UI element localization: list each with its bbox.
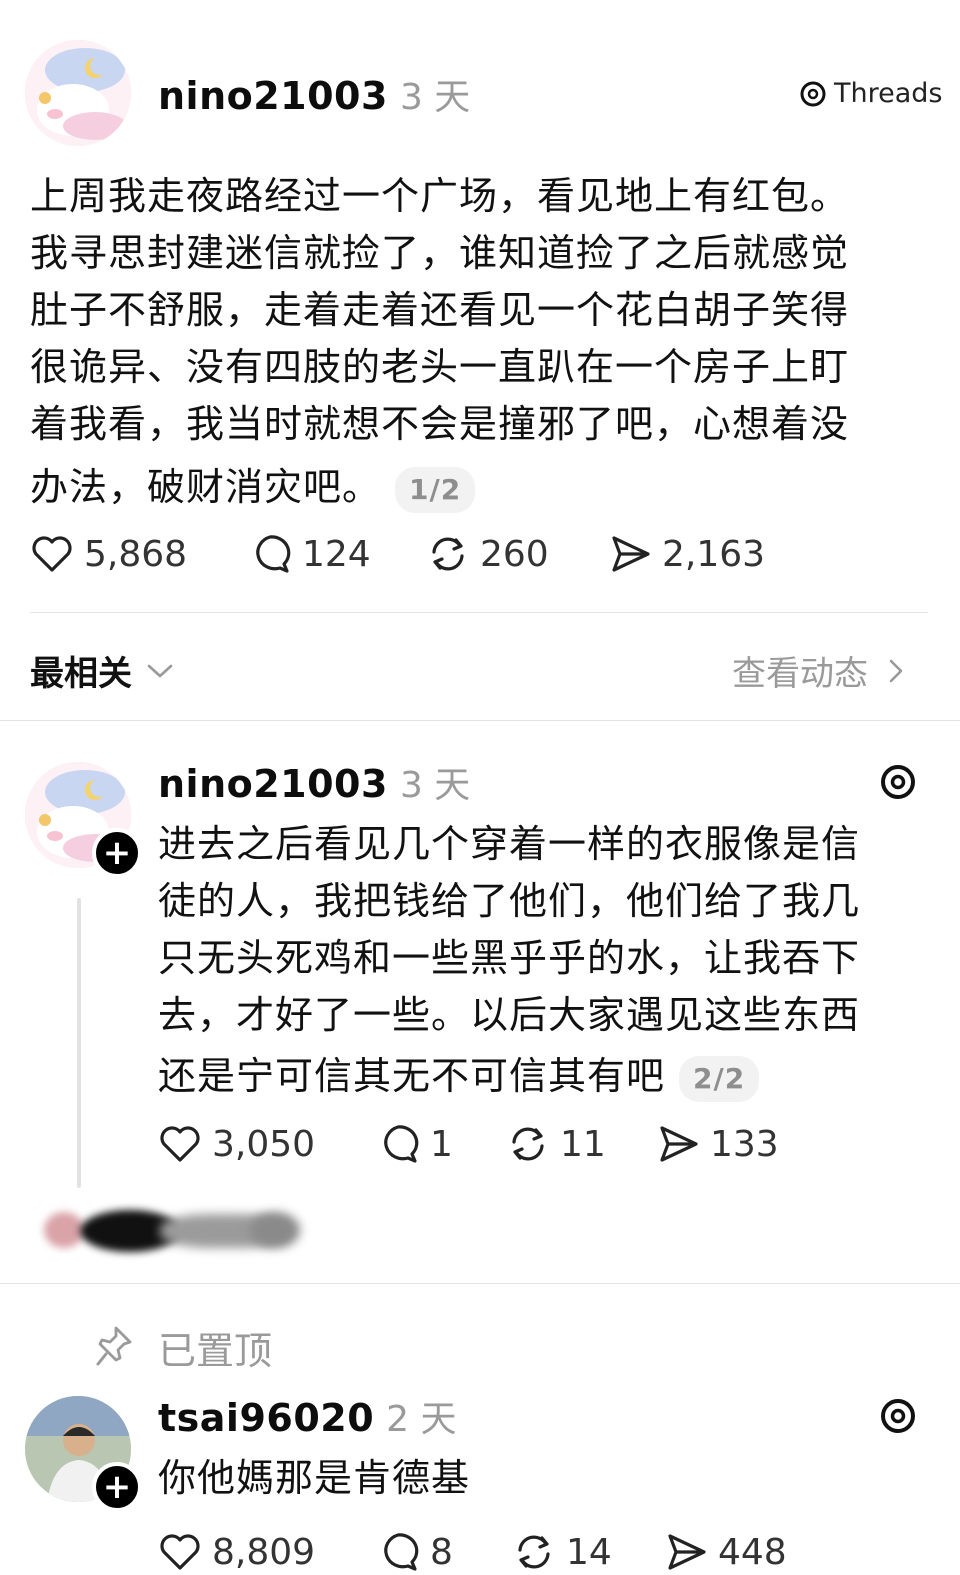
op-page-badge: 1/2 [395,466,476,513]
op-username[interactable]: nino21003 [158,74,388,118]
chevron-right-icon [889,659,903,682]
reply2-share-button[interactable]: 448 [664,1530,787,1574]
op-like-count: 5,868 [84,533,188,575]
op-body: 上周我走夜路经过一个广场，看见地上有红包。 我寻思封建迷信就捡了，谁知道捡了之后… [30,168,930,516]
comment-icon [384,1125,419,1163]
reply2-like-button[interactable]: 8,809 [158,1530,376,1574]
reply1-like-count: 3,050 [212,1123,316,1165]
op-line: 很诡异、没有四肢的老头一直趴在一个房子上盯 [30,345,850,389]
op-time: 3 天 [399,77,471,118]
send-icon [660,1126,698,1162]
repost-icon [518,1535,550,1569]
reply1-actions: 3,050 1 11 133 [158,1122,779,1166]
reply1-page-badge: 2/2 [679,1055,760,1102]
reply1-line: 徒的人，我把钱给了他们，他们给了我几 [158,879,861,923]
reply1-threads-icon[interactable] [878,762,918,802]
reply1-line-last: 还是宁可信其无不可信其有吧 2/2 [158,1048,928,1105]
sort-dropdown[interactable]: 最相关 [30,646,174,695]
repost-icon [432,537,464,571]
op-comment-button[interactable]: 124 [248,532,426,576]
pin-icon [96,1326,132,1366]
reply2-repost-button[interactable]: 14 [512,1530,664,1574]
reply1-repost-button[interactable]: 11 [506,1122,656,1166]
reply1-line: 进去之后看见几个穿着一样的衣服像是信 [158,822,861,866]
reply2-comment-button[interactable]: 8 [376,1530,512,1574]
threads-brand[interactable]: Threads [798,78,942,109]
reply2-time: 2 天 [386,1399,457,1440]
reply2-share-count: 448 [718,1531,787,1573]
reply1-body: 进去之后看见几个穿着一样的衣服像是信 徒的人，我把钱给了他们，他们给了我几 只无… [158,816,928,1105]
reply2-like-count: 8,809 [212,1531,316,1573]
reply2-comment-count: 8 [430,1531,453,1573]
heart-icon [160,1534,200,1570]
reply1-line: 还是宁可信其无不可信其有吧 [158,1054,666,1098]
op-repost-button[interactable]: 260 [426,532,608,576]
sort-label: 最相关 [30,654,132,694]
send-icon [612,536,650,572]
reply2-follow-button[interactable]: + [92,1462,142,1512]
op-header: nino21003 3 天 [158,68,470,120]
op-comment-count: 124 [302,533,371,575]
heart-icon [32,536,72,572]
reply2-threads-icon[interactable] [878,1396,918,1436]
threads-brand-label: Threads [834,78,943,109]
reply1-time: 3 天 [399,765,471,806]
reply1-header: nino21003 3 天 [158,756,470,808]
op-line: 我寻思封建迷信就捡了，谁知道捡了之后就感觉 [30,231,850,275]
reply1-line: 去，才好了一些。以后大家遇见这些东西 [158,993,861,1037]
send-icon [668,1534,706,1570]
heart-icon [160,1126,200,1162]
reply1-thread-line [77,898,81,1188]
reply1-like-button[interactable]: 3,050 [158,1122,376,1166]
reply1-follow-button[interactable]: + [92,828,142,878]
reply2-actions: 8,809 8 14 448 [158,1530,787,1574]
op-share-button[interactable]: 2,163 [608,532,765,576]
reply1-repost-count: 11 [560,1123,606,1165]
redacted-blob [250,1212,300,1248]
chevron-down-icon [147,664,173,677]
op-avatar[interactable] [25,40,131,146]
op-line: 着我看，我当时就想不会是撞邪了吧，心想着没 [30,402,850,446]
op-line: 办法，破财消灾吧。 [30,465,382,509]
op-line-last: 办法，破财消灾吧。 1/2 [30,459,930,516]
reply2-body: 你他媽那是肯德基 [158,1456,471,1500]
op-divider [30,612,928,613]
reply1-comment-count: 1 [430,1123,453,1165]
view-activity-link[interactable]: 查看动态 [732,646,906,695]
comment-icon [384,1533,419,1571]
reply1-line: 只无头死鸡和一些黑乎乎的水，让我吞下 [158,936,861,980]
reply1-divider [0,1283,960,1284]
redacted-replier-avatars [40,1206,310,1256]
comment-icon [256,535,291,573]
pinned-label: 已置顶 [158,1329,273,1373]
op-line: 上周我走夜路经过一个广场，看见地上有红包。 [30,174,850,218]
reply2-username[interactable]: tsai96020 [158,1396,374,1440]
reply1-share-button[interactable]: 133 [656,1122,779,1166]
threads-logo-icon [800,81,826,106]
sort-divider [0,720,960,721]
op-like-button[interactable]: 5,868 [30,532,248,576]
repost-icon [512,1127,544,1161]
op-share-count: 2,163 [662,533,766,575]
reply2-repost-count: 14 [566,1531,612,1573]
view-activity-label: 查看动态 [732,654,868,694]
reply1-comment-button[interactable]: 1 [376,1122,506,1166]
op-repost-count: 260 [480,533,549,575]
reply2-header: tsai96020 2 天 [158,1390,457,1442]
reply1-username[interactable]: nino21003 [158,762,388,806]
op-actions: 5,868 124 260 2,163 [30,532,765,576]
reply1-share-count: 133 [710,1123,779,1165]
redacted-blob [44,1212,84,1248]
op-line: 肚子不舒服，走着走着还看见一个花白胡子笑得 [30,288,850,332]
